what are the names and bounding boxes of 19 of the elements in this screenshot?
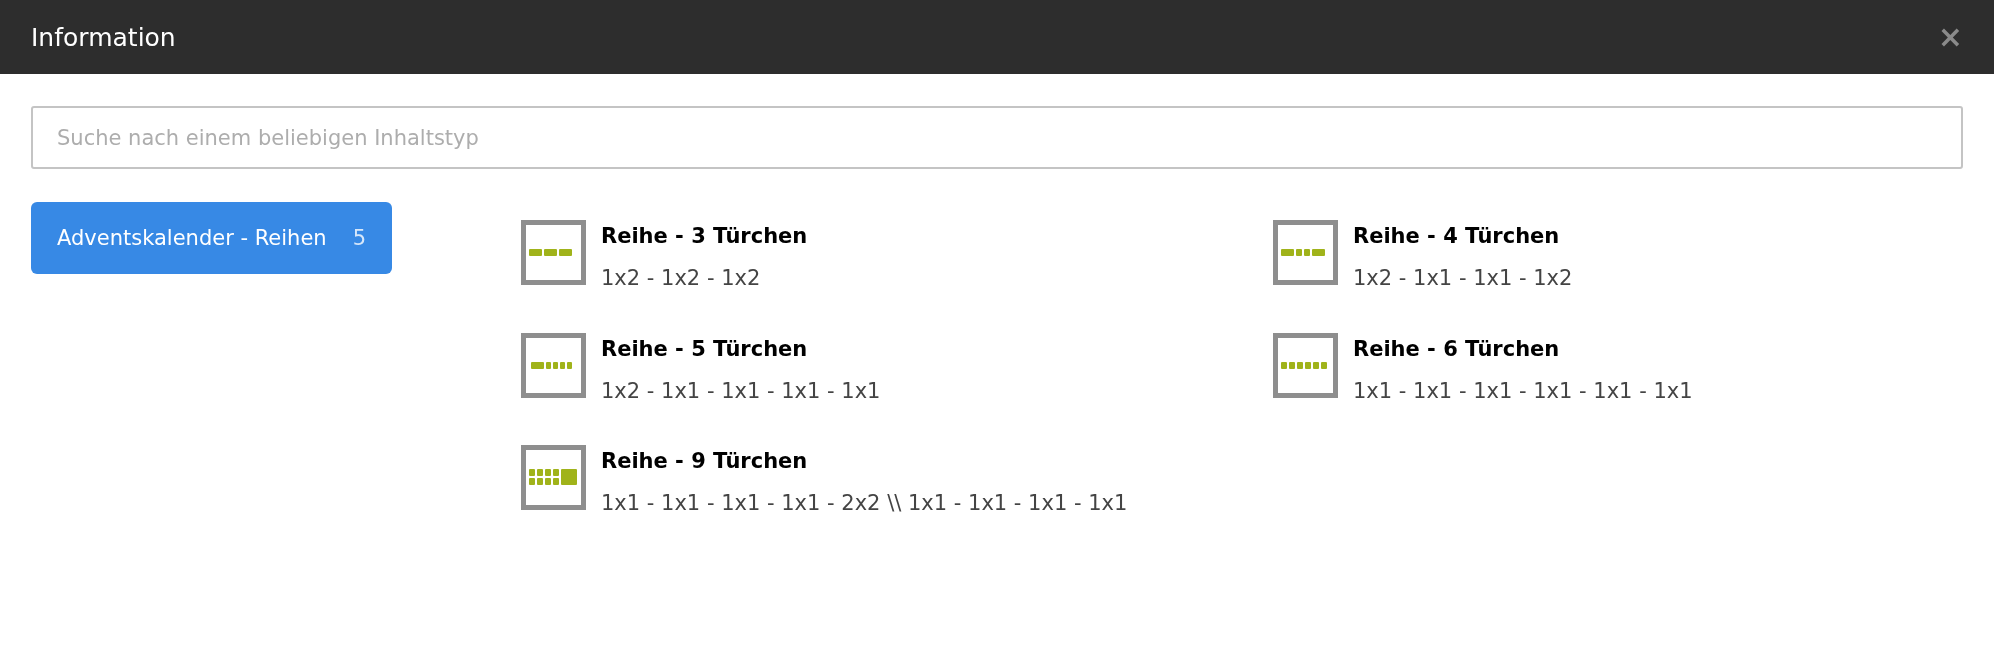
close-button[interactable]: ×: [1937, 22, 1963, 52]
item-description: 1x1 - 1x1 - 1x1 - 1x1 - 1x1 - 1x1: [1353, 377, 1693, 405]
item-title[interactable]: Reihe - 4 Türchen: [1353, 224, 1573, 248]
item-title[interactable]: Reihe - 9 Türchen: [601, 449, 1128, 474]
item-description: 1x2 - 1x2 - 1x2: [601, 265, 762, 292]
item-description: 1x1 - 1x1 - 1x1 - 1x1 - 2x2 \\ 1x1 - 1x1 - 1x1 - 1x1: [601, 490, 1128, 518]
item-description: 1x2 - 1x1 - 1x1 - 1x2: [1353, 265, 1573, 292]
item-title[interactable]: Reihe - 6 Türchen: [1353, 336, 1693, 361]
layout-icon[interactable]: [521, 220, 586, 285]
search-field[interactable]: Suche nach einem beliebigen Inhaltstyp: [31, 106, 1963, 169]
window-title: Information: [31, 22, 176, 52]
item-title[interactable]: Reihe - 5 Türchen: [601, 336, 881, 361]
category-button[interactable]: Adventskalender - Reihen 5: [31, 202, 392, 274]
item-title[interactable]: Reihe - 3 Türchen: [601, 224, 808, 248]
layout-icon[interactable]: [521, 445, 586, 511]
layout-icon[interactable]: [1273, 332, 1338, 398]
item-description: 1x2 - 1x1 - 1x1 - 1x1 - 1x1: [601, 377, 881, 405]
layout-icon[interactable]: [1273, 220, 1338, 285]
layout-icon[interactable]: [521, 332, 586, 398]
